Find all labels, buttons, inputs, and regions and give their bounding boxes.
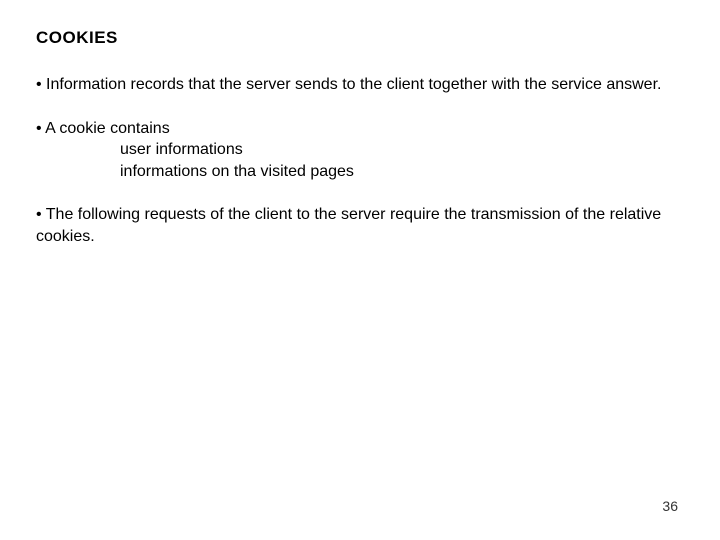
slide: COOKIES Information records that the ser…: [0, 0, 720, 540]
page-number: 36: [662, 498, 678, 514]
paragraph-2: A cookie contains user informations info…: [36, 118, 684, 183]
sub-item: informations on tha visited pages: [36, 161, 684, 183]
sub-item: user informations: [36, 139, 684, 161]
bullet-text: Information records that the server send…: [36, 76, 661, 93]
paragraph-3: The following requests of the client to …: [36, 204, 684, 247]
paragraph-1: Information records that the server send…: [36, 74, 684, 96]
bullet-text: The following requests of the client to …: [36, 206, 661, 245]
bullet-text: A cookie contains: [36, 120, 170, 137]
slide-title: COOKIES: [36, 28, 684, 48]
